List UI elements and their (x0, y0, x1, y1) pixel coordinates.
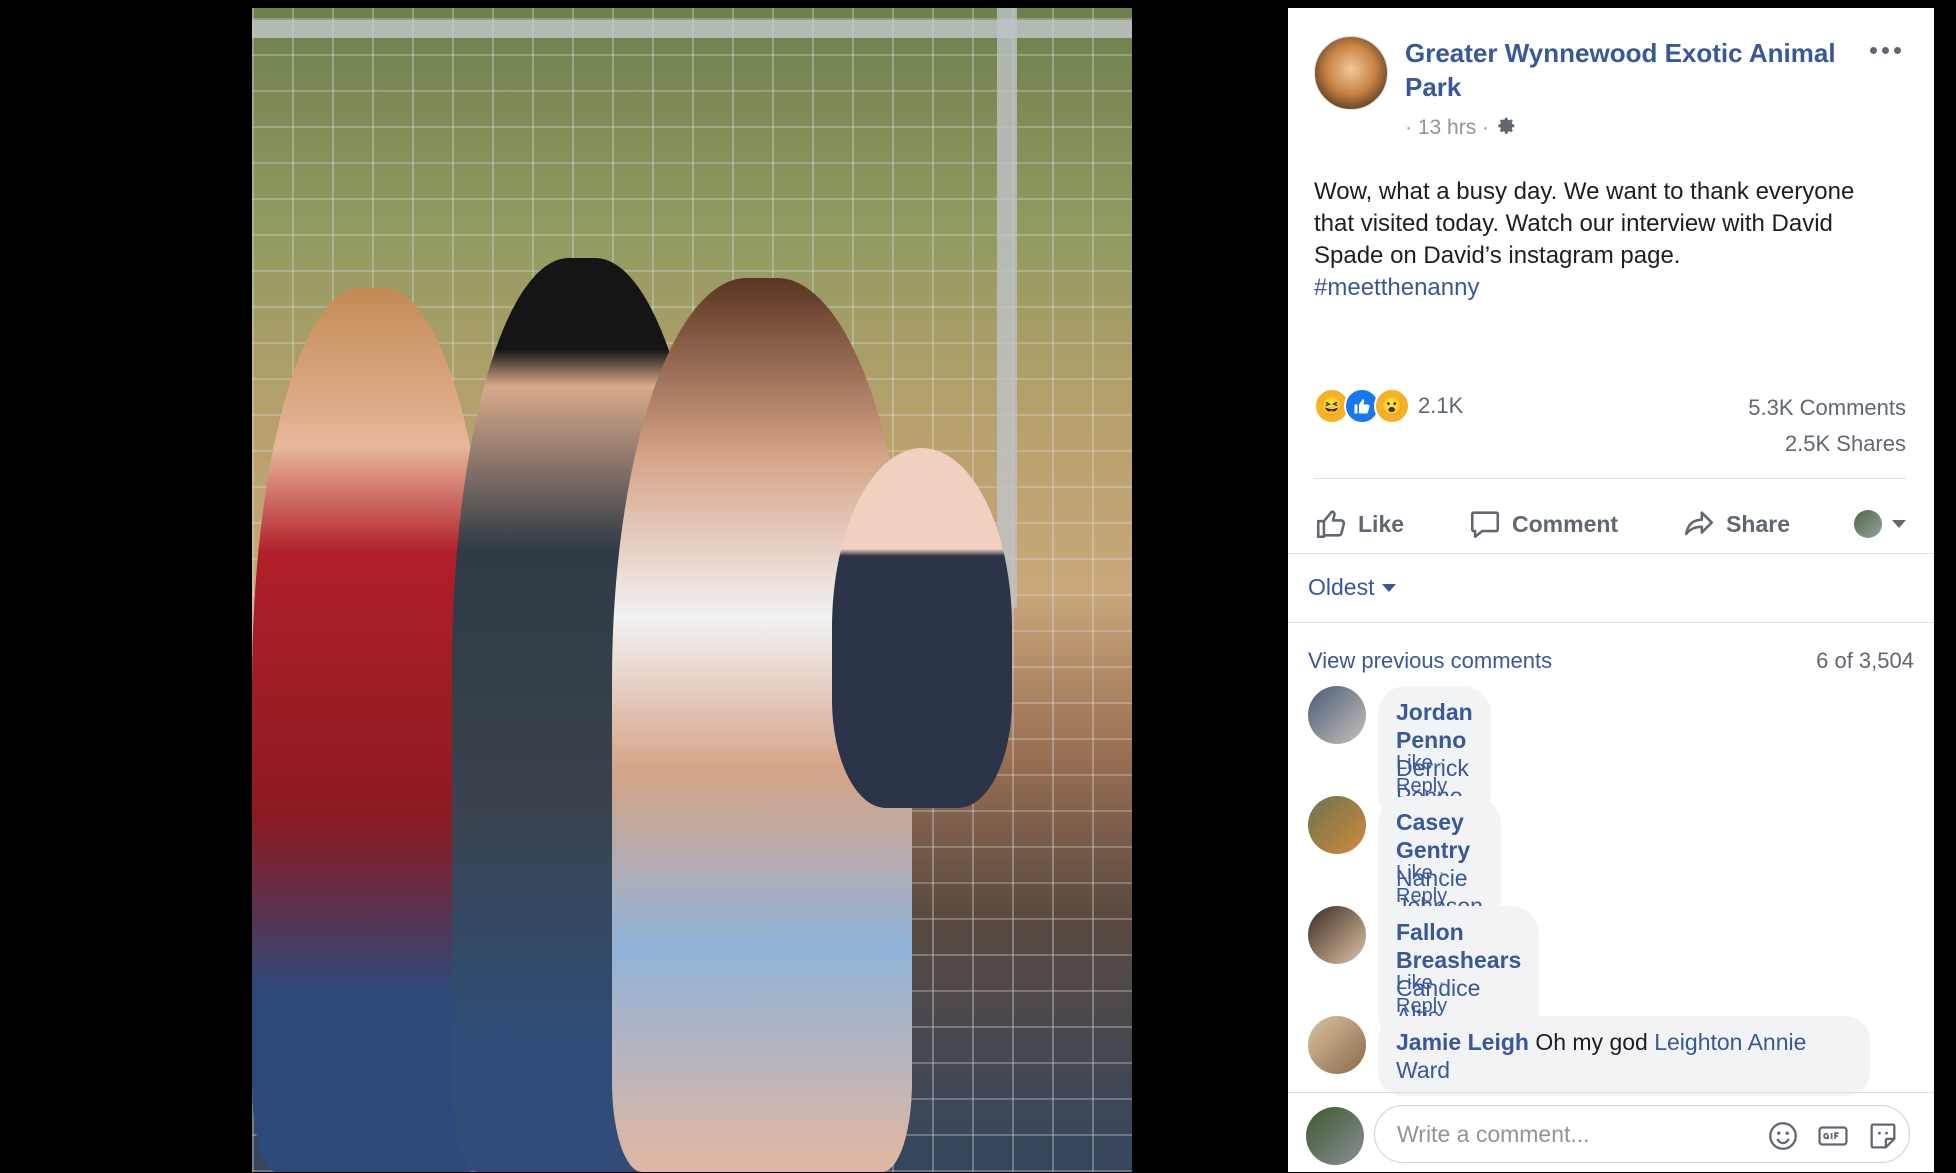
chevron-down-icon (1891, 520, 1906, 528)
comment-author[interactable]: Jordan Penno (1396, 699, 1473, 753)
avatar (1306, 1107, 1364, 1165)
post-text: Wow, what a busy day. We want to thank e… (1314, 176, 1894, 304)
comment-bubble-icon (1470, 511, 1500, 539)
post-meta: · 13 hrs · (1405, 114, 1517, 142)
post-photo[interactable] (252, 8, 1132, 1172)
more-options-button[interactable] (1870, 40, 1906, 60)
comment-composer (1288, 1092, 1934, 1173)
comment-like-link[interactable]: Like (1396, 752, 1433, 774)
sort-label: Oldest (1308, 574, 1375, 600)
selected-identity-avatar (1853, 510, 1882, 538)
reaction-identity-selector[interactable] (1853, 510, 1906, 538)
comment-reply-link[interactable]: Reply (1396, 995, 1447, 1017)
more-dot-icon (1882, 46, 1889, 54)
comment-sort-dropdown[interactable]: Oldest (1308, 574, 1397, 601)
page-name-link[interactable]: Greater Wynnewood Exotic Animal Park (1405, 36, 1845, 104)
avatar[interactable] (1308, 686, 1366, 744)
divider (1288, 553, 1934, 554)
divider (1288, 622, 1934, 623)
view-previous-comments-link[interactable]: View previous comments (1308, 648, 1552, 674)
avatar[interactable] (1308, 906, 1366, 964)
like-label: Like (1358, 510, 1405, 537)
post-side-panel: Greater Wynnewood Exotic Animal Park · 1… (1288, 8, 1934, 1172)
shares-count-link[interactable]: 2.5K Shares (1748, 426, 1906, 462)
more-dot-icon (1894, 46, 1901, 54)
comments-count-link[interactable]: 5.3K Comments (1748, 390, 1906, 426)
engagement-counts: 5.3K Comments 2.5K Shares (1748, 390, 1906, 462)
like-button[interactable]: Like (1314, 507, 1404, 541)
hashtag-link[interactable]: #meetthenanny (1314, 274, 1479, 301)
comment-text: Oh my god (1535, 1029, 1648, 1055)
comment-bubble: Jamie Leigh Oh my god Leighton Annie War… (1378, 1016, 1870, 1096)
comment-button[interactable]: Comment (1468, 507, 1618, 541)
photo-viewer (0, 0, 1288, 1172)
comment-label: Comment (1512, 510, 1619, 537)
baby (832, 448, 1012, 808)
avatar[interactable] (1308, 796, 1366, 854)
reactions-summary[interactable]: 😆 😮 2.1K (1314, 388, 1463, 424)
comments-page-count: 6 of 3,504 (1816, 648, 1914, 673)
gif-icon[interactable] (1816, 1119, 1850, 1153)
composer-tools (1766, 1119, 1900, 1153)
comment-reply-link[interactable]: Reply (1396, 775, 1447, 797)
post-body: Wow, what a busy day. We want to thank e… (1314, 178, 1855, 269)
comment-like-link[interactable]: Like (1396, 862, 1433, 884)
comment-author[interactable]: Casey Gentry (1396, 809, 1470, 863)
share-button[interactable]: Share (1682, 507, 1790, 541)
thumbs-up-icon (1316, 510, 1346, 539)
more-dot-icon (1870, 46, 1877, 54)
share-arrow-icon (1685, 511, 1714, 536)
wow-reaction-icon: 😮 (1374, 388, 1410, 424)
post-actions-bar: Like Comment Share (1314, 494, 1906, 554)
avatar[interactable] (1308, 1016, 1366, 1074)
fence-post (997, 8, 1017, 608)
comment-author[interactable]: Fallon Breashears (1396, 919, 1521, 973)
chevron-down-icon (1382, 583, 1397, 592)
post-timestamp[interactable]: · 13 hrs · (1405, 116, 1489, 140)
comment-reply-link[interactable]: Reply (1396, 885, 1447, 907)
comment-like-link[interactable]: Like (1396, 972, 1433, 994)
page-avatar[interactable] (1314, 36, 1388, 110)
divider (1314, 478, 1906, 479)
emoji-icon[interactable] (1766, 1119, 1800, 1153)
reaction-count: 2.1K (1418, 393, 1464, 418)
sticker-icon[interactable] (1866, 1119, 1900, 1153)
gear-icon[interactable] (1495, 114, 1517, 142)
share-label: Share (1726, 510, 1790, 537)
comment-author[interactable]: Jamie Leigh (1396, 1029, 1529, 1055)
